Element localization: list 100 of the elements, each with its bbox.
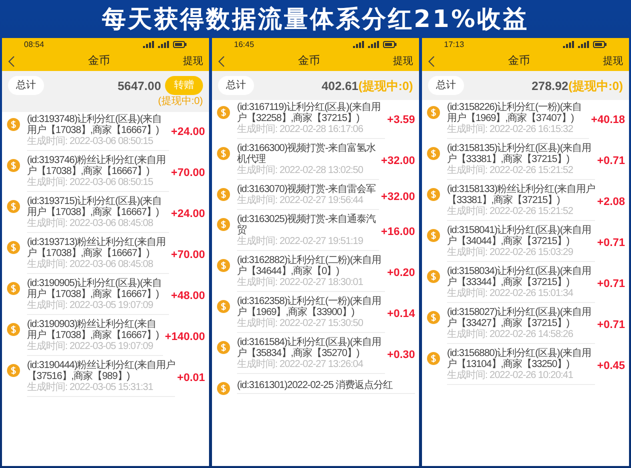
- record-description: (id:3193715)让利分红(区县)(来自用户【17038】,商家【16667】): [27, 196, 163, 218]
- coin-icon: [7, 159, 20, 172]
- signal-icon: [353, 41, 365, 48]
- record-amount: +32.00: [380, 190, 415, 205]
- record-description: (id:3158133)粉丝让利分红(来自用户【33381】,商家【37215】): [447, 184, 596, 206]
- coin-icon: [7, 323, 20, 336]
- coin-icon: [427, 352, 440, 365]
- page-title: 金币: [508, 54, 530, 69]
- record-amount: +2.08: [596, 195, 625, 210]
- total-label: 总计: [8, 76, 44, 95]
- signal-icon: [368, 41, 380, 48]
- status-time: 17:13: [444, 40, 464, 48]
- status-time: 16:45: [234, 40, 254, 48]
- record-description: (id:3158226)让利分红(一粉)(来自用户【1969】,商家【37407】): [447, 102, 583, 124]
- record-amount: +24.00: [170, 207, 205, 222]
- pending-status: (提现中:0): [568, 78, 623, 94]
- coin-icon: [7, 282, 20, 295]
- coin-icon: [427, 106, 440, 119]
- status-time: 08:54: [24, 40, 44, 48]
- record-time: 生成时间: 2022-03-06 08:50:15: [27, 136, 154, 148]
- record-time: 生成时间: 2022-02-26 10:20:41: [447, 370, 574, 382]
- record-description: (id:3161584)让利分红(区县)(来自用户【35834】,商家【35270】): [237, 337, 382, 359]
- record-time: 生成时间: 2022-02-27 13:26:04: [237, 359, 364, 371]
- coin-icon: [427, 229, 440, 242]
- record-description: (id:3190903)粉丝让利分红(来自用户【17038】,商家【16667】): [27, 319, 160, 341]
- pending-status: (提现中:0): [158, 97, 203, 107]
- record-amount: +0.71: [596, 277, 625, 292]
- record-amount: +32.00: [380, 154, 415, 170]
- signal-icon: [143, 41, 155, 48]
- record-amount: +48.00: [170, 289, 205, 304]
- back-icon[interactable]: [218, 56, 225, 66]
- coin-icon: [217, 188, 230, 201]
- battery-icon: [173, 41, 187, 48]
- battery-icon: [383, 41, 397, 48]
- record-amount: +24.00: [170, 125, 205, 140]
- back-icon[interactable]: [428, 56, 435, 66]
- record-description: (id:3193748)让利分红(区县)(来自用户【17038】,商家【16667】): [27, 114, 163, 136]
- record-amount: +0.71: [596, 236, 625, 252]
- coin-icon: [217, 300, 230, 313]
- record-amount: +16.00: [380, 225, 415, 240]
- record-time: 生成时间: 2022-03-05 19:07:09: [27, 341, 154, 353]
- record-amount: +3.59: [386, 113, 415, 128]
- record-time: 生成时间: 2022-02-27 18:30:01: [237, 277, 364, 289]
- record-time: 生成时间: 2022-02-26 15:21:52: [447, 165, 574, 177]
- coin-icon: [427, 188, 440, 201]
- record-description: (id:3190444)粉丝让利分红(来自用户【37516】,商家【989】): [27, 360, 176, 382]
- record-description: (id:3158135)让利分红(区县)(来自用户【33381】,商家【37215】): [447, 143, 592, 165]
- withdraw-link[interactable]: 提现: [603, 54, 623, 68]
- coin-icon: [217, 341, 230, 354]
- coin-icon: [7, 118, 20, 131]
- record-description: (id:3162882)让利分红(二粉)(来自用户【34644】,商家【0】): [237, 255, 382, 277]
- record-time: 生成时间: 2022-02-26 15:03:29: [447, 247, 574, 259]
- withdraw-link[interactable]: 提现: [393, 54, 413, 68]
- signal-icon: [158, 41, 170, 48]
- total-amount: 5647.00: [118, 78, 161, 94]
- coin-icon: [217, 147, 230, 160]
- withdraw-link[interactable]: 提现: [183, 54, 203, 68]
- coin-icon: [7, 241, 20, 254]
- record-description: (id:3161301)2022-02-25 消费返点分红: [237, 380, 394, 390]
- record-amount: +70.00: [170, 166, 205, 182]
- record-amount: +0.30: [386, 348, 415, 364]
- record-amount: +0.45: [596, 359, 625, 374]
- record-time: 生成时间: 2022-03-05 15:31:31: [27, 382, 154, 394]
- coin-icon: [7, 200, 20, 213]
- record-time: 生成时间: 2022-03-06 08:45:08: [27, 218, 154, 230]
- back-icon[interactable]: [8, 56, 15, 66]
- record-time: 生成时间: 2022-02-28 13:02:50: [237, 165, 364, 177]
- signal-icon: [563, 41, 575, 48]
- record-amount: +0.71: [596, 154, 625, 170]
- record-time: 生成时间: 2022-02-27 19:51:19: [237, 236, 364, 248]
- coin-icon: [217, 106, 230, 119]
- record-description: (id:3163070)视频打赏-来自雷会军: [237, 184, 376, 195]
- record-description: (id:3158027)让利分红(区县)(来自用户【33427】,商家【37215】): [447, 307, 592, 329]
- record-description: (id:3167119)让利分红(区县)(来自用户【32258】,商家【37215】): [237, 102, 382, 124]
- total-label: 总计: [428, 76, 464, 95]
- record-description: (id:3190905)让利分红(区县)(来自用户【17038】,商家【16667】): [27, 278, 163, 300]
- battery-icon: [593, 41, 607, 48]
- record-time: 生成时间: 2022-02-27 19:56:44: [237, 195, 364, 207]
- record-description: (id:3193713)粉丝让利分红(来自用户【17038】,商家【16667】): [27, 237, 166, 259]
- record-time: 生成时间: 2022-02-26 16:15:32: [447, 124, 574, 136]
- record-time: 生成时间: 2022-02-28 16:17:06: [237, 124, 364, 136]
- record-amount: +70.00: [170, 248, 205, 264]
- record-time: 生成时间: 2022-03-05 19:07:09: [27, 300, 154, 312]
- record-description: (id:3158034)让利分红(区县)(来自用户【33344】,商家【37215】): [447, 266, 592, 288]
- total-amount: 402.61: [322, 78, 358, 94]
- record-time: 生成时间: 2022-02-26 14:58:26: [447, 329, 574, 341]
- coin-icon: [7, 364, 20, 377]
- coin-icon: [427, 270, 440, 283]
- pending-status: (提现中:0): [358, 78, 413, 94]
- coin-icon: [217, 259, 230, 272]
- record-amount: +40.18: [590, 113, 625, 128]
- total-amount: 278.92: [532, 78, 568, 94]
- record-description: (id:3158041)让利分红(区县)(来自用户【34044】,商家【37215】): [447, 225, 592, 247]
- record-amount: +0.01: [176, 371, 205, 386]
- coin-icon: [217, 382, 230, 395]
- total-label: 总计: [218, 76, 254, 95]
- record-time: 生成时间: 2022-02-26 15:01:34: [447, 288, 574, 300]
- signal-icon: [578, 41, 590, 48]
- record-time: 生成时间: 2022-02-26 15:21:52: [447, 206, 574, 218]
- record-description: (id:3193746)粉丝让利分红(来自用户【17038】,商家【16667】): [27, 155, 166, 177]
